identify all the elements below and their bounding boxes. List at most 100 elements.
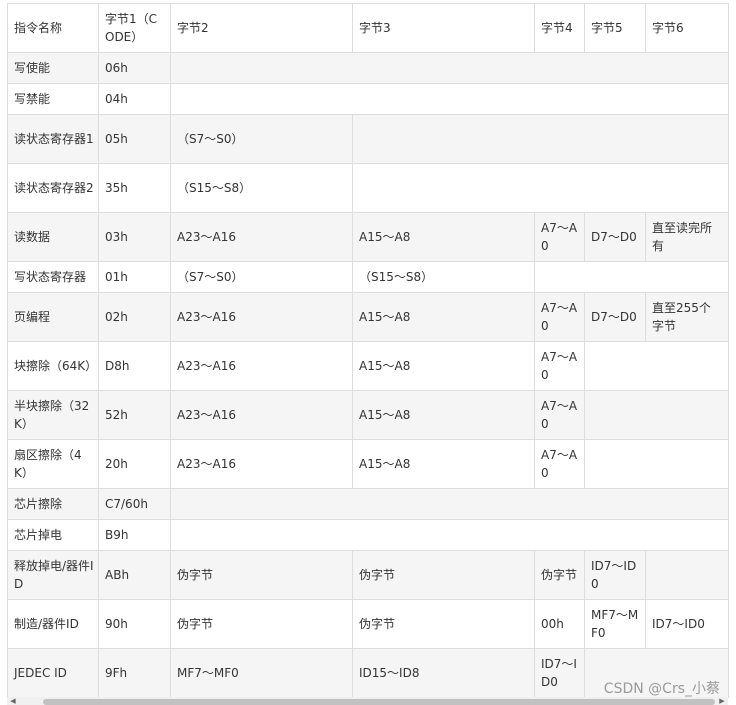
byte-cell: D7～D0: [584, 292, 646, 342]
byte-cell: A15～A8: [352, 212, 535, 262]
byte-cell: 04h: [98, 83, 171, 115]
byte-cell: 05h: [98, 114, 171, 164]
header-cell: 字节3: [352, 3, 535, 53]
byte-cell: [584, 390, 729, 440]
instruction-table: 指令名称 字节1（CODE） 字节2 字节3 字节4 字节5 字节6 写使能 06h 写禁能 04h…: [7, 3, 729, 698]
instruction-name-cell: JEDEC ID: [7, 648, 99, 698]
byte-cell: [584, 341, 729, 391]
byte-cell: MF7～MF0: [170, 648, 353, 698]
header-cell: 字节4: [534, 3, 585, 53]
instruction-name-cell: 读状态寄存器1: [7, 114, 99, 164]
table-row: 读状态寄存器1 05h （S7～S0）: [7, 114, 729, 164]
instruction-name-cell: 芯片掉电: [7, 519, 99, 551]
byte-cell: A7～A0: [534, 292, 585, 342]
byte-cell: A23～A16: [170, 212, 353, 262]
header-cell: 字节2: [170, 3, 353, 53]
byte-cell: （S15～S8）: [170, 163, 353, 213]
header-row: 指令名称 字节1（CODE） 字节2 字节3 字节4 字节5 字节6: [7, 3, 729, 53]
byte-cell: 02h: [98, 292, 171, 342]
byte-cell: （S7～S0）: [170, 261, 353, 293]
byte-cell: A15～A8: [352, 439, 535, 489]
table-row: 写状态寄存器 01h （S7～S0） （S15～S8）: [7, 261, 729, 293]
byte-cell: D7～D0: [584, 212, 646, 262]
header-cell: 字节5: [584, 3, 646, 53]
byte-cell: [352, 114, 729, 164]
instruction-name-cell: 扇区擦除（4K）: [7, 439, 99, 489]
byte-cell: A7～A0: [534, 439, 585, 489]
byte-cell: A7～A0: [534, 390, 585, 440]
table-row: 半块擦除（32K） 52h A23～A16 A15～A8 A7～A0: [7, 390, 729, 440]
scroll-right-arrow-icon[interactable]: ▶: [716, 697, 728, 705]
byte-cell: [584, 439, 729, 489]
byte-cell: 20h: [98, 439, 171, 489]
horizontal-scrollbar[interactable]: ◀ ▶: [7, 697, 728, 705]
byte-cell: A15～A8: [352, 341, 535, 391]
byte-cell: 伪字节: [534, 550, 585, 600]
table-row: 芯片掉电 B9h: [7, 519, 729, 551]
byte-cell: 9Fh: [98, 648, 171, 698]
table-row: 页编程 02h A23～A16 A15～A8 A7～A0 D7～D0 直至255个字节: [7, 292, 729, 342]
byte-cell: C7/60h: [98, 488, 171, 520]
instruction-name-cell: 写状态寄存器: [7, 261, 99, 293]
byte-cell: [170, 519, 729, 551]
byte-cell: 直至读完所有: [645, 212, 729, 262]
table-row: 扇区擦除（4K） 20h A23～A16 A15～A8 A7～A0: [7, 439, 729, 489]
instruction-name-cell: 页编程: [7, 292, 99, 342]
byte-cell: （S7～S0）: [170, 114, 353, 164]
byte-cell: A23～A16: [170, 341, 353, 391]
byte-cell: 直至255个字节: [645, 292, 729, 342]
watermark: CSDN @Crs_小蔡: [603, 681, 720, 697]
table-row: 写禁能 04h: [7, 83, 729, 115]
instruction-name-cell: 制造/器件ID: [7, 599, 99, 649]
byte-cell: A23～A16: [170, 390, 353, 440]
scroll-left-arrow-icon[interactable]: ◀: [7, 697, 19, 705]
byte-cell: A23～A16: [170, 439, 353, 489]
table-row: 释放掉电/器件ID ABh 伪字节 伪字节 伪字节 ID7～ID0: [7, 550, 729, 600]
byte-cell: 伪字节: [352, 599, 535, 649]
instruction-name-cell: 块擦除（64K）: [7, 341, 99, 391]
table-row: 读数据 03h A23～A16 A15～A8 A7～A0 D7～D0 直至读完所有: [7, 212, 729, 262]
instruction-name-cell: 读状态寄存器2: [7, 163, 99, 213]
instruction-name-cell: 释放掉电/器件ID: [7, 550, 99, 600]
byte-cell: A15～A8: [352, 390, 535, 440]
instruction-name-cell: 读数据: [7, 212, 99, 262]
byte-cell: ID7～ID0: [584, 550, 646, 600]
byte-cell: ID15～ID8: [352, 648, 535, 698]
byte-cell: 52h: [98, 390, 171, 440]
byte-cell: ID7～ID0: [534, 648, 585, 698]
header-cell: 字节6: [645, 3, 729, 53]
byte-cell: 35h: [98, 163, 171, 213]
table-row: 块擦除（64K） D8h A23～A16 A15～A8 A7～A0: [7, 341, 729, 391]
byte-cell: 伪字节: [170, 550, 353, 600]
byte-cell: ABh: [98, 550, 171, 600]
instruction-name-cell: 写禁能: [7, 83, 99, 115]
table-row: 读状态寄存器2 35h （S15～S8）: [7, 163, 729, 213]
table-row: 芯片擦除 C7/60h: [7, 488, 729, 520]
instruction-name-cell: 芯片擦除: [7, 488, 99, 520]
instruction-name-cell: 写使能: [7, 52, 99, 84]
byte-cell: [534, 261, 729, 293]
byte-cell: A15～A8: [352, 292, 535, 342]
header-cell: 指令名称: [7, 3, 99, 53]
byte-cell: [645, 550, 729, 600]
byte-cell: 00h: [534, 599, 585, 649]
instruction-name-cell: 半块擦除（32K）: [7, 390, 99, 440]
table-row: 写使能 06h: [7, 52, 729, 84]
byte-cell: A7～A0: [534, 212, 585, 262]
byte-cell: 90h: [98, 599, 171, 649]
byte-cell: 伪字节: [352, 550, 535, 600]
byte-cell: [170, 83, 729, 115]
scrollbar-thumb[interactable]: [43, 699, 715, 705]
byte-cell: [170, 52, 729, 84]
byte-cell: 01h: [98, 261, 171, 293]
byte-cell: A7～A0: [534, 341, 585, 391]
byte-cell: A23～A16: [170, 292, 353, 342]
byte-cell: （S15～S8）: [352, 261, 535, 293]
byte-cell: B9h: [98, 519, 171, 551]
byte-cell: 伪字节: [170, 599, 353, 649]
byte-cell: [170, 488, 729, 520]
byte-cell: MF7～MF0: [584, 599, 646, 649]
byte-cell: [352, 163, 729, 213]
byte-cell: 03h: [98, 212, 171, 262]
header-cell: 字节1（CODE）: [98, 3, 171, 53]
